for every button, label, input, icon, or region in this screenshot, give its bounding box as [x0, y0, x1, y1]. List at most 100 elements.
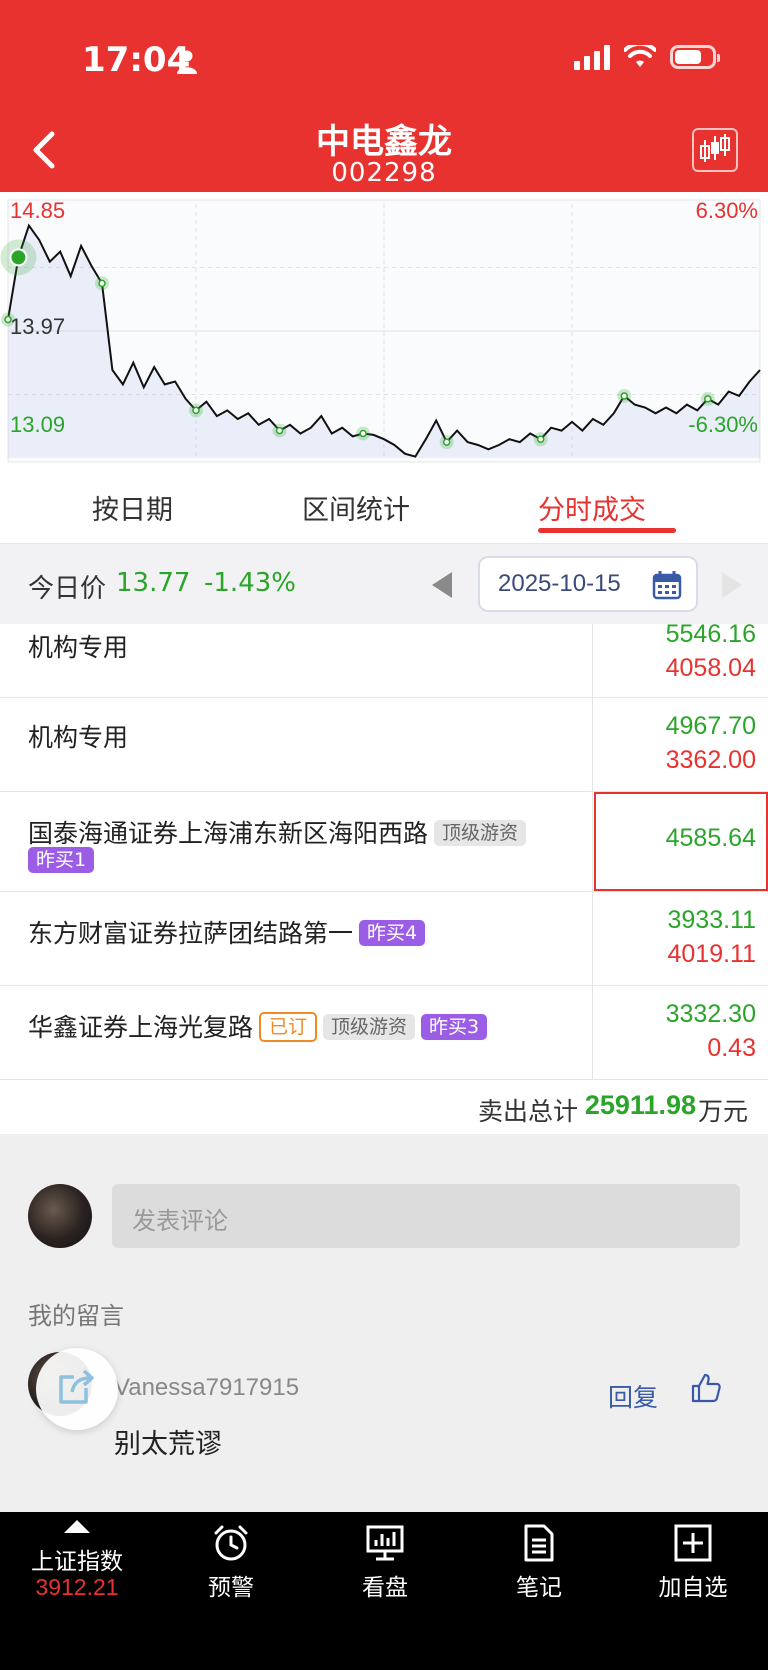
watch-board-button[interactable]: 看盘 [308, 1512, 462, 1612]
share-floating-button[interactable] [36, 1348, 118, 1430]
stock-code: 002298 [331, 158, 437, 188]
add-box-icon [674, 1524, 712, 1562]
tab-bar: 按日期 区间统计 分时成交 [0, 470, 768, 544]
add-watchlist-label: 加自选 [658, 1575, 728, 1601]
chart-low-pct: -6.30% [688, 412, 758, 437]
trade-marker [704, 395, 712, 403]
tag-yesterday-buy: 昨买1 [28, 847, 95, 873]
tag-yesterday-buy: 昨买3 [421, 1014, 488, 1040]
chart-high-price: 14.85 [10, 198, 66, 223]
tab-intraday-trades[interactable]: 分时成交 [538, 488, 646, 527]
index-name: 上证指数 [31, 1549, 123, 1575]
chart-low-price: 13.09 [10, 412, 66, 437]
index-ticker[interactable]: 上证指数 3912.21 [0, 1512, 154, 1612]
comment-input[interactable]: 发表评论 [112, 1184, 740, 1248]
reply-button[interactable]: 回复 [608, 1378, 658, 1414]
price-date-bar: 今日价 13.77 -1.43% 2025-10-15 [0, 544, 768, 624]
trade-marker [192, 406, 200, 415]
status-indicators [574, 44, 720, 70]
broker-tags: 昨买1 [22, 846, 95, 875]
buy-amount: 3332.30 [665, 1000, 756, 1028]
trade-marker [620, 392, 628, 400]
sell-amount: 4019.11 [667, 940, 756, 968]
notes-button[interactable]: 笔记 [462, 1512, 616, 1612]
sell-total-row: 卖出总计 25911.98 万元 [0, 1080, 768, 1134]
trade-marker [98, 279, 106, 288]
alert-button[interactable]: 预警 [154, 1512, 308, 1612]
share-icon [59, 1369, 94, 1404]
sell-total-unit: 万元 [697, 1097, 748, 1126]
prev-date-arrow-icon[interactable] [432, 572, 452, 598]
monitor-chart-icon [366, 1525, 404, 1561]
comment-placeholder: 发表评论 [132, 1207, 228, 1235]
my-messages-label: 我的留言 [28, 1302, 124, 1330]
expand-up-icon [64, 1520, 90, 1533]
tag-subscribed: 已订 [259, 1012, 318, 1042]
cellular-signal-icon [574, 44, 610, 70]
buy-amount: 5546.16 [665, 620, 756, 648]
tag-top-hot-money: 顶级游资 [323, 1014, 416, 1040]
table-row[interactable]: 机构专用 4967.70 3362.00 [0, 698, 768, 792]
buy-amount: 3933.11 [667, 906, 756, 934]
calendar-icon [652, 571, 682, 600]
alert-label: 预警 [208, 1575, 254, 1601]
battery-icon [670, 45, 720, 69]
table-row[interactable]: 国泰海通证券上海浦东新区海阳西路 顶级游资 昨买1 4585.64 [0, 792, 768, 892]
intraday-line-chart [0, 199, 761, 463]
sell-amount: 0.43 [707, 1034, 756, 1062]
add-watchlist-button[interactable]: 加自选 [616, 1512, 768, 1612]
kline-chart-button[interactable] [692, 128, 738, 172]
my-avatar[interactable] [28, 1184, 92, 1248]
trade-marker [442, 438, 451, 446]
today-change-pct: -1.43% [204, 568, 296, 598]
sell-amount: 3362.00 [665, 746, 756, 774]
notes-label: 笔记 [516, 1575, 562, 1601]
today-price-value: 13.77 [116, 568, 191, 598]
document-icon [524, 1524, 554, 1562]
wifi-icon [624, 45, 656, 67]
seat-trade-table: 机构专用 5546.16 4058.04 机构专用 4967.70 3362.0… [0, 620, 768, 1134]
bottom-toolbar: 上证指数 3912.21 预警 看盘 笔记 加自选 [0, 1512, 768, 1670]
candlestick-icon [700, 134, 730, 162]
sell-amount: 4058.04 [665, 654, 756, 682]
sell-total-value: 25911.98 [584, 1090, 696, 1120]
date-picker[interactable]: 2025-10-15 [478, 556, 698, 612]
today-price-label: 今日价 [28, 574, 107, 604]
broker-name-text: 东方财富证券拉萨团结路第一 [28, 919, 354, 948]
active-tab-indicator [538, 528, 676, 533]
buy-amount: 4967.70 [665, 712, 756, 740]
app-header: 17:04 中电鑫龙 002298 [0, 0, 768, 192]
broker-name: 机构专用 [28, 723, 129, 752]
broker-name: 国泰海通证券上海浦东新区海阳西路 顶级游资 [28, 814, 527, 850]
sell-total-label: 卖出总计 [477, 1097, 578, 1126]
broker-name: 机构专用 [28, 633, 129, 662]
comment-text: 别太荒谬 [114, 1429, 222, 1460]
intraday-chart[interactable]: 14.85 13.97 13.09 6.30% -6.30% [0, 192, 768, 470]
next-date-arrow-icon[interactable] [722, 572, 742, 598]
status-time: 17:04 [82, 40, 191, 80]
comments-section: 发表评论 我的留言 Vanessa7917915 别太荒谬 回复 [0, 1134, 768, 1512]
index-value: 3912.21 [35, 1574, 119, 1600]
start-marker [9, 248, 28, 267]
broker-name-text: 华鑫证券上海光复路 [28, 1013, 254, 1042]
chart-high-pct: 6.30% [695, 198, 758, 223]
person-icon [177, 50, 197, 74]
tab-range-stats[interactable]: 区间统计 [302, 488, 410, 527]
chart-mid-price: 13.97 [10, 314, 66, 339]
stock-name: 中电鑫龙 [316, 122, 452, 162]
trade-marker [275, 426, 284, 435]
watch-board-label: 看盘 [362, 1575, 408, 1601]
tag-yesterday-buy: 昨买4 [359, 920, 426, 946]
trade-marker [359, 429, 367, 438]
table-row[interactable]: 华鑫证券上海光复路 已订 顶级游资 昨买3 3332.30 0.43 [0, 986, 768, 1080]
broker-name-text: 国泰海通证券上海浦东新区海阳西路 [28, 819, 429, 848]
buy-amount: 4585.64 [665, 824, 756, 852]
broker-name: 东方财富证券拉萨团结路第一 昨买4 [28, 914, 426, 950]
table-row[interactable]: 东方财富证券拉萨团结路第一 昨买4 3933.11 4019.11 [0, 892, 768, 986]
table-row[interactable]: 机构专用 5546.16 4058.04 [0, 620, 768, 698]
tab-by-date[interactable]: 按日期 [92, 488, 173, 527]
thumbs-up-icon[interactable] [690, 1372, 722, 1404]
alarm-clock-icon [214, 1525, 248, 1561]
comment-username[interactable]: Vanessa7917915 [114, 1374, 299, 1402]
broker-name: 华鑫证券上海光复路 已订 顶级游资 昨买3 [28, 1008, 488, 1044]
